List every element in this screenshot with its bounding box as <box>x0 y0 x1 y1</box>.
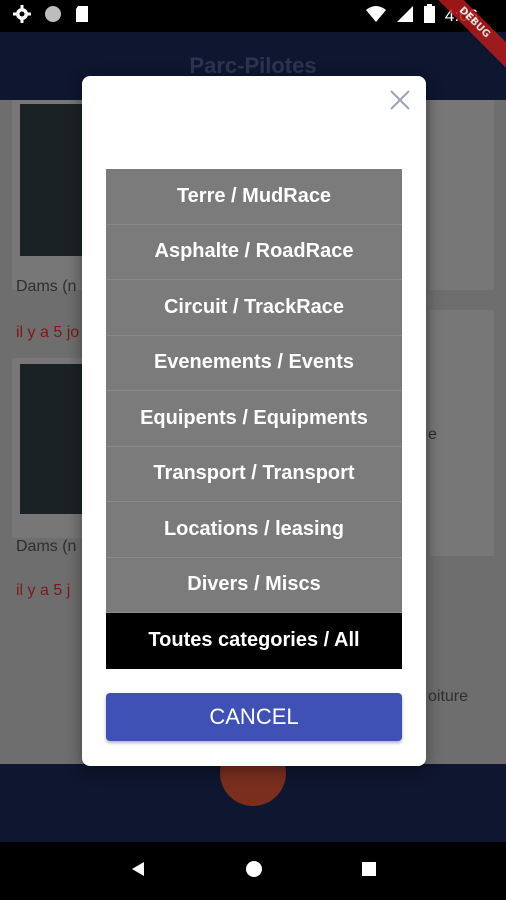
category-item[interactable]: Asphalte / RoadRace <box>106 224 402 280</box>
card-right-2[interactable] <box>430 310 494 556</box>
system-nav-bar <box>0 842 506 900</box>
gear-icon <box>12 4 32 29</box>
category-item[interactable]: Terre / MudRace <box>106 169 402 225</box>
close-icon[interactable] <box>388 88 412 112</box>
side-text-2: oiture <box>428 688 469 705</box>
category-item[interactable]: Transport / Transport <box>106 446 402 502</box>
circle-icon <box>44 5 62 28</box>
category-item[interactable]: Divers / Miscs <box>106 557 402 613</box>
wifi-icon <box>365 5 386 28</box>
card-right-1[interactable] <box>430 100 494 290</box>
signal-icon <box>396 5 414 28</box>
home-icon[interactable] <box>245 860 263 883</box>
back-icon[interactable] <box>129 860 147 883</box>
category-dialog: Terre / MudRace Asphalte / RoadRace Circui… <box>82 76 426 766</box>
category-list: Terre / MudRace Asphalte / RoadRace Circui… <box>106 169 402 669</box>
cancel-button[interactable]: CANCEL <box>106 693 402 741</box>
battery-icon <box>423 4 435 28</box>
category-item[interactable]: Toutes categories / All <box>106 613 402 669</box>
recents-icon[interactable] <box>361 861 377 882</box>
status-bar: 4:06 <box>0 0 506 32</box>
category-item[interactable]: Locations / leasing <box>106 502 402 558</box>
category-item[interactable]: Evenements / Events <box>106 335 402 391</box>
card-1-author: Dams (n <box>16 278 77 295</box>
card-2-author: Dams (n <box>16 538 77 555</box>
card-2-date: il y a 5 j <box>16 582 71 599</box>
sd-card-icon <box>74 5 90 28</box>
side-text-1: e <box>428 426 437 443</box>
category-item[interactable]: Circuit / TrackRace <box>106 280 402 336</box>
category-item[interactable]: Equipents / Equipments <box>106 391 402 447</box>
card-1-date: il y a 5 jo <box>16 324 80 341</box>
